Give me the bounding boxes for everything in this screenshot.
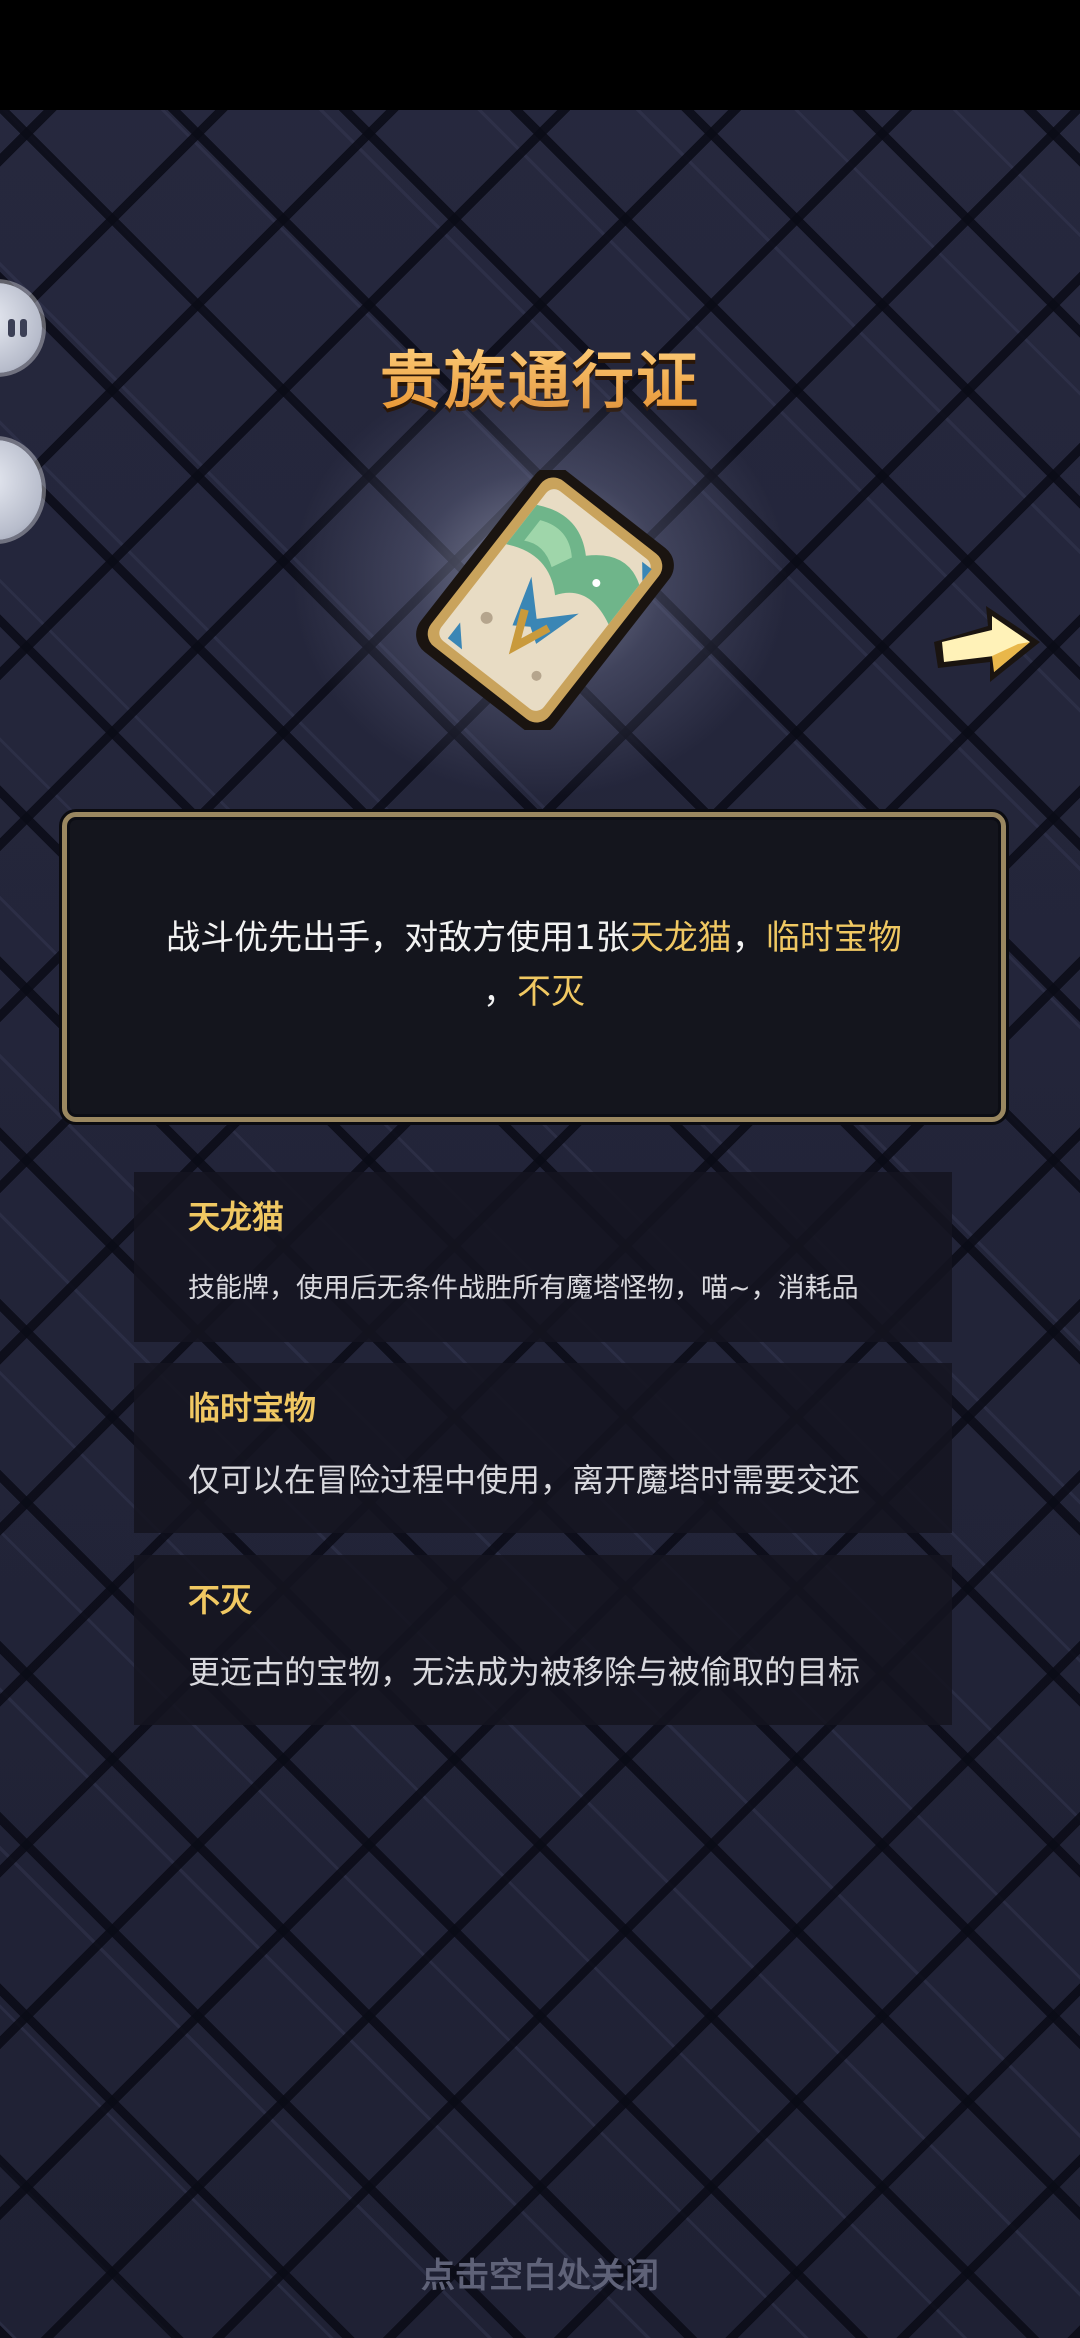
side-menu-button[interactable] xyxy=(0,440,42,540)
keyword-card: 临时宝物 仅可以在冒险过程中使用，离开魔塔时需要交还 xyxy=(134,1363,952,1533)
keyword-title: 不灭 xyxy=(188,1581,253,1619)
close-hint[interactable]: 点击空白处关闭 xyxy=(0,2248,1080,2297)
description-panel: 战斗优先出手，对敌方使用1张天龙猫，临时宝物 ，不灭 xyxy=(62,812,1006,1122)
keyword-card: 天龙猫 技能牌，使用后无条件战胜所有魔塔怪物，喵~，消耗品 xyxy=(134,1172,952,1342)
next-arrow-icon[interactable] xyxy=(928,598,1046,690)
description-text: 战斗优先出手，对敌方使用1张 xyxy=(166,918,630,958)
keyword-link-temporary-treasure[interactable]: 临时宝物 xyxy=(766,918,902,958)
card-pass-icon xyxy=(416,470,674,730)
status-bar xyxy=(0,0,1080,110)
keyword-card: 不灭 更远古的宝物，无法成为被移除与被偷取的目标 xyxy=(134,1555,952,1725)
keyword-title: 天龙猫 xyxy=(188,1198,285,1236)
keyword-description: 仅可以在冒险过程中使用，离开魔塔时需要交还 xyxy=(188,1461,861,1499)
keyword-description: 技能牌，使用后无条件战胜所有魔塔怪物，喵~，消耗品 xyxy=(188,1273,859,1304)
keyword-title: 临时宝物 xyxy=(188,1389,317,1427)
keyword-link-indestructible[interactable]: 不灭 xyxy=(517,972,585,1012)
description-separator: ， xyxy=(483,972,517,1012)
item-description: 战斗优先出手，对敌方使用1张天龙猫，临时宝物 ，不灭 xyxy=(147,911,921,1019)
keyword-description: 更远古的宝物，无法成为被移除与被偷取的目标 xyxy=(188,1653,861,1691)
keyword-link-tianlongmao[interactable]: 天龙猫 xyxy=(630,918,732,958)
description-separator: ， xyxy=(731,918,766,958)
